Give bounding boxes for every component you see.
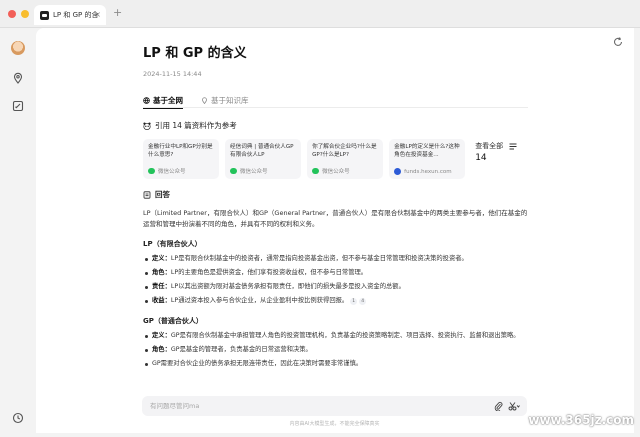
document-icon	[143, 190, 151, 199]
reference-title: 你了解合伙企业吗?什么是GP?什么是LP?	[312, 144, 377, 158]
list-item: 角色：LP的主要角色是提供资金，他们享有投资收益权，但不参与日常管理。	[143, 267, 528, 279]
paperclip-icon[interactable]	[494, 401, 503, 411]
item-term: 定义：	[152, 332, 171, 339]
answer-content: LP 和 GP 的含义 2024-11-15 14:44 基于全网 基于知识库 …	[143, 42, 528, 372]
wechat-icon	[230, 168, 238, 174]
main-panel: LP 和 GP 的含义 2024-11-15 14:44 基于全网 基于知识库 …	[36, 28, 634, 433]
source-label: funds.hexun.com	[404, 168, 452, 175]
tab-close-icon[interactable]: ×	[94, 10, 101, 19]
reference-title: 经信词典 | 普通合伙人GP 有限合伙人LP	[230, 144, 294, 158]
list-item: 责任：LP以其出资额为限对基金债务承担有限责任，即他们的损失最多是投入资金的总额…	[143, 281, 528, 293]
lp-section-title: LP（有限合伙人）	[143, 240, 202, 248]
answer-intro: LP（Limited Partner，有限合伙人）和GP（General Par…	[143, 209, 528, 228]
reference-source: 微信公众号	[230, 167, 268, 175]
minimize-window-button[interactable]	[21, 10, 29, 18]
globe-icon	[143, 96, 150, 104]
new-tab-button[interactable]: +	[113, 6, 122, 19]
wechat-icon	[148, 168, 155, 174]
question-input[interactable]	[150, 402, 480, 410]
item-text: LP以其出资额为限对基金债务承担有限责任，即他们的损失最多是投入资金的总额。	[170, 283, 405, 290]
answer-heading: 回答	[143, 189, 528, 200]
references-heading: 引用 14 篇资料作为参考	[143, 120, 528, 131]
tab-label: 基于全网	[153, 95, 183, 105]
list-item: 角色：GP是基金的管理者，负责基金的日常运营和决策。	[143, 344, 528, 356]
history-icon[interactable]	[12, 412, 24, 424]
list-item: 收益：LP通过资本投入参与合伙企业，从企业盈利中按比例获得回报。 1 4	[143, 295, 528, 307]
item-text: GP是有限合伙制基金中承担管理人角色的投资管理机构，负责基金的投资策略制定、项目…	[170, 332, 520, 339]
references-count-label: 引用 14 篇资料作为参考	[155, 121, 237, 130]
scissors-icon[interactable]	[508, 401, 520, 411]
view-all-references-button[interactable]: 查看全部 14	[471, 139, 528, 179]
timestamp: 2024-11-15 14:44	[143, 70, 202, 78]
item-text: GP是基金的管理者，负责基金的日常运营和决策。	[170, 346, 312, 353]
reference-cards: 金融行业中LP和GP分别是什么意思? 微信公众号 经信词典 | 普通合伙人GP …	[143, 139, 528, 179]
disclaimer: 内容由AI大模型生成，不能完全保障真实	[289, 421, 380, 427]
list-icon	[509, 143, 517, 149]
reference-card[interactable]: 你了解合伙企业吗?什么是GP?什么是LP? 微信公众号	[307, 139, 384, 179]
search-scope-tabs: 基于全网 基于知识库	[143, 92, 528, 109]
tab-knowledge-base[interactable]: 基于知识库	[201, 92, 249, 108]
citation-badge[interactable]: 4	[359, 298, 367, 305]
answer-heading-label: 回答	[155, 190, 170, 199]
item-term: 角色：	[152, 346, 171, 353]
edit-icon[interactable]	[12, 100, 24, 112]
reference-source: funds.hexun.com	[394, 168, 452, 175]
panda-icon	[40, 10, 49, 20]
hexun-icon	[394, 168, 402, 175]
reference-title: 金融LP的定义是什么?这种角色在投资基金...	[394, 144, 460, 158]
citation-badge[interactable]: 1	[350, 298, 358, 305]
item-term: 角色：	[152, 269, 171, 276]
list-item: 定义：LP是有限合伙制基金中的投资者，通常是指向投资基金出资，但不参与基金日常管…	[143, 253, 528, 265]
title-bar: LP 和 GP 的含 × +	[0, 0, 640, 28]
item-text: LP通过资本投入参与合伙企业，从企业盈利中按比例获得回报。	[170, 297, 349, 304]
left-sidebar	[0, 28, 36, 437]
reference-card[interactable]: 金融行业中LP和GP分别是什么意思? 微信公众号	[143, 139, 220, 179]
refresh-icon[interactable]	[612, 36, 624, 48]
panda-icon	[143, 122, 151, 130]
browser-tab[interactable]: LP 和 GP 的含 ×	[34, 5, 106, 25]
reference-count: 14	[475, 153, 487, 163]
location-pin-icon[interactable]	[12, 72, 24, 84]
view-all-label: 查看全部	[475, 142, 504, 150]
source-label: 微信公众号	[240, 169, 268, 175]
item-term: 责任：	[152, 283, 171, 290]
source-label: 微信公众号	[322, 169, 350, 175]
item-text: LP是有限合伙制基金中的投资者，通常是指向投资基金出资，但不参与基金日常管理和投…	[170, 255, 468, 262]
item-text: GP需要对合伙企业的债务承担无限连带责任，因此在决策时需要非常谨慎。	[152, 360, 363, 367]
tab-label: 基于知识库	[211, 95, 249, 105]
tab-title: LP 和 GP 的含	[53, 11, 99, 19]
item-text: LP的主要角色是提供资金，他们享有投资收益权，但不参与日常管理。	[170, 269, 368, 276]
close-window-button[interactable]	[8, 10, 16, 18]
list-item: 定义：GP是有限合伙制基金中承担管理人角色的投资管理机构，负责基金的投资策略制定…	[143, 330, 528, 342]
page-title: LP 和 GP 的含义	[143, 46, 247, 61]
avatar[interactable]	[11, 41, 25, 55]
location-pin-icon	[202, 96, 207, 104]
wechat-icon	[312, 168, 320, 174]
item-term: 定义：	[152, 255, 171, 262]
reference-source: 微信公众号	[312, 167, 350, 175]
reference-card[interactable]: 经信词典 | 普通合伙人GP 有限合伙人LP 微信公众号	[225, 139, 302, 179]
composer	[142, 396, 527, 416]
reference-source: 微信公众号	[148, 167, 186, 175]
list-item: GP需要对合伙企业的债务承担无限连带责任，因此在决策时需要非常谨慎。	[143, 358, 528, 370]
item-term: 收益：	[152, 297, 171, 304]
gp-section-title: GP（普通合伙人）	[143, 317, 203, 325]
watermark: www.365jz.com	[528, 413, 634, 427]
reference-card[interactable]: 金融LP的定义是什么?这种角色在投资基金... funds.hexun.com	[389, 139, 466, 179]
lp-list: 定义：LP是有限合伙制基金中的投资者，通常是指向投资基金出资，但不参与基金日常管…	[143, 253, 528, 307]
tab-whole-web[interactable]: 基于全网	[143, 92, 183, 109]
reference-title: 金融行业中LP和GP分别是什么意思?	[148, 144, 213, 158]
gp-list: 定义：GP是有限合伙制基金中承担管理人角色的投资管理机构，负责基金的投资策略制定…	[143, 330, 528, 370]
source-label: 微信公众号	[158, 169, 186, 175]
app-window: LP 和 GP 的含 × + LP 和 GP 的含义 2024-11-15 14…	[0, 0, 640, 437]
